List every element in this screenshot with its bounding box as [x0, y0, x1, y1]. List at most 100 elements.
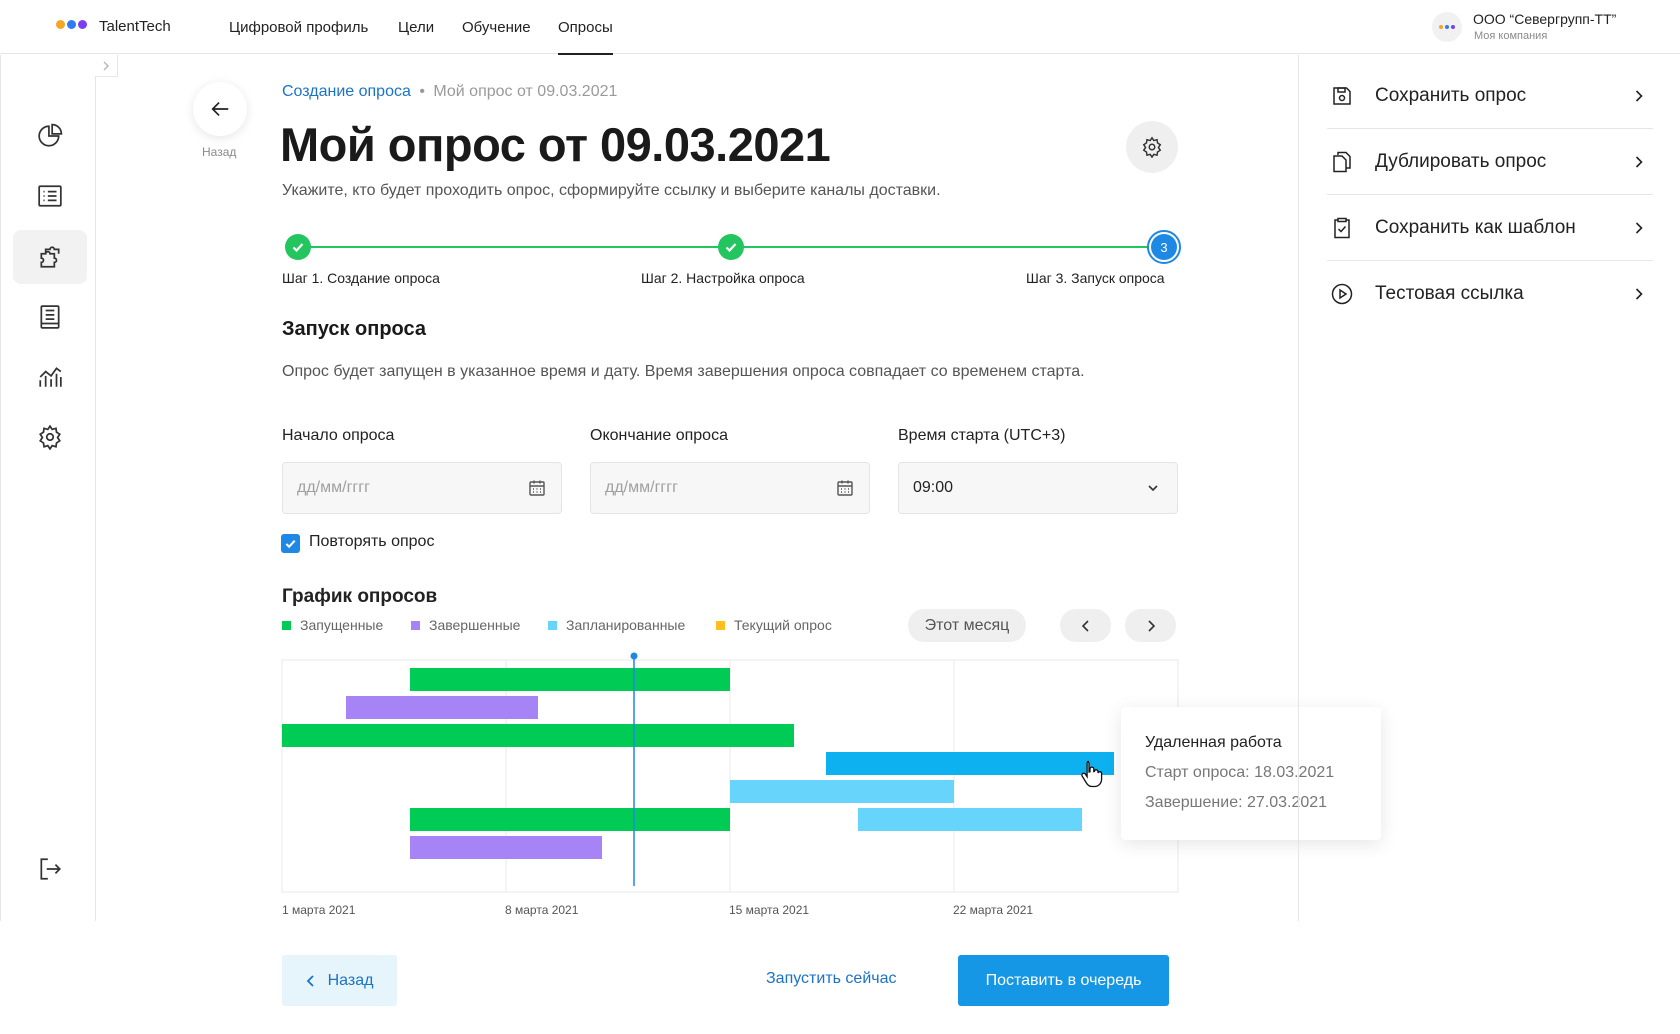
breadcrumb-link[interactable]: Создание опроса	[282, 83, 411, 100]
gantt-bar	[410, 808, 730, 831]
check-icon	[285, 540, 296, 549]
footer-back-button[interactable]: Назад	[282, 955, 397, 1006]
company-dot-3	[1451, 25, 1455, 29]
hand-cursor-icon	[1081, 760, 1103, 788]
launch-section-title: Запуск опроса	[282, 318, 427, 340]
sidebar-collapse-toggle[interactable]	[95, 55, 118, 77]
back-label: Назад	[202, 145, 237, 159]
sidebar-logout[interactable]	[13, 842, 87, 896]
stepper-line-1	[298, 246, 731, 248]
play-circle-icon	[1330, 282, 1354, 306]
app-name: TalentTech	[99, 18, 171, 35]
gantt-bar	[410, 668, 730, 691]
x-tick-label: 22 марта 2021	[953, 903, 1034, 917]
gantt-bar	[282, 724, 794, 747]
repeat-survey-checkbox[interactable]	[281, 534, 300, 553]
chevron-left-icon	[306, 974, 314, 987]
start-date-field[interactable]	[282, 462, 562, 514]
repeat-survey-label[interactable]: Повторять опрос	[309, 533, 434, 551]
logo	[56, 20, 89, 29]
x-tick-label: 1 марта 2021	[282, 903, 356, 917]
legend-swatch	[548, 620, 557, 630]
gear-icon	[1142, 136, 1162, 158]
puzzle-icon	[40, 246, 60, 268]
stepper-line-2	[731, 246, 1149, 248]
chart-next-button[interactable]	[1125, 609, 1176, 642]
legend-launched: Запущенные	[282, 617, 383, 633]
sidebar-list[interactable]	[13, 169, 87, 223]
start-time-value: 09:00	[913, 479, 954, 496]
logo-dot-3	[78, 20, 87, 29]
chevron-right-icon	[1631, 220, 1647, 236]
start-time-select[interactable]: 09:00	[898, 462, 1178, 514]
survey-settings-button[interactable]	[1126, 121, 1178, 173]
gantt-bar	[410, 836, 602, 859]
legend-label: Запущенные	[300, 617, 384, 633]
start-time-label: Время старта (UTC+3)	[898, 427, 1066, 444]
end-date-input[interactable]	[605, 479, 835, 497]
nav-learning[interactable]: Обучение	[462, 19, 531, 36]
launch-now-button[interactable]: Запустить сейчас	[766, 970, 897, 988]
left-sidebar	[0, 55, 96, 921]
legend-swatch	[411, 620, 420, 630]
step-1-indicator[interactable]	[285, 234, 311, 260]
check-icon	[725, 243, 737, 253]
legend-completed: Завершенные	[411, 617, 520, 633]
action-label: Сохранить как шаблон	[1375, 216, 1576, 238]
company-name[interactable]: ООО “Севергрупп-ТТ”	[1473, 11, 1616, 27]
gantt-bar	[730, 780, 954, 803]
chevron-down-icon	[1143, 478, 1163, 498]
sidebar-analytics[interactable]	[13, 350, 87, 404]
action-save-template[interactable]: Сохранить как шаблон	[1327, 195, 1653, 261]
legend-swatch	[716, 620, 725, 630]
today-marker-dot	[630, 652, 638, 660]
step-2-indicator[interactable]	[718, 234, 744, 260]
chevron-right-icon	[103, 61, 109, 70]
company-subtitle: Моя компания	[1474, 30, 1548, 42]
nav-digital-profile[interactable]: Цифровой профиль	[229, 19, 368, 36]
action-test-link[interactable]: Тестовая ссылка	[1327, 261, 1653, 327]
book-icon	[40, 305, 60, 329]
logout-icon	[40, 858, 61, 880]
step-3-number: 3	[1151, 234, 1177, 260]
arrow-left-icon	[211, 101, 229, 117]
check-icon	[292, 243, 304, 253]
logo-dot-2	[67, 20, 76, 29]
company-dot-1	[1439, 25, 1443, 29]
queue-button[interactable]: Поставить в очередь	[958, 955, 1169, 1006]
sidebar-library[interactable]	[13, 290, 87, 344]
action-label: Тестовая ссылка	[1375, 283, 1524, 304]
gantt-bar	[858, 808, 1082, 831]
nav-goals[interactable]: Цели	[398, 19, 434, 36]
step-3-indicator[interactable]: 3	[1147, 230, 1181, 264]
company-avatar[interactable]	[1432, 12, 1462, 42]
sidebar-settings[interactable]	[13, 410, 87, 464]
action-save-survey[interactable]: Сохранить опрос	[1327, 63, 1653, 129]
end-date-label: Окончание опроса	[590, 427, 728, 444]
start-date-input[interactable]	[297, 479, 527, 497]
start-date-label: Начало опроса	[282, 427, 395, 444]
save-icon	[1330, 84, 1354, 108]
legend-swatch	[282, 620, 291, 630]
end-date-field[interactable]	[590, 462, 870, 514]
action-duplicate-survey[interactable]: Дублировать опрос	[1327, 129, 1653, 195]
x-tick-label: 15 марта 2021	[729, 903, 810, 917]
sidebar-surveys[interactable]	[13, 230, 87, 284]
legend-label: Завершенные	[429, 617, 521, 633]
nav-surveys[interactable]: Опросы	[558, 19, 613, 55]
this-month-button[interactable]: Этот месяц	[908, 609, 1026, 642]
legend-planned: Запланированные	[548, 617, 685, 633]
chevron-left-icon	[1081, 619, 1089, 632]
back-round-button[interactable]	[193, 82, 247, 136]
analytics-icon	[39, 367, 62, 387]
logo-dot-1	[56, 20, 65, 29]
footer-back-label: Назад	[327, 971, 374, 989]
calendar-icon[interactable]	[527, 478, 547, 498]
clipboard-check-icon	[1330, 216, 1354, 240]
legend-label: Текущий опрос	[734, 617, 832, 633]
calendar-icon[interactable]	[835, 478, 855, 498]
sidebar-dashboard[interactable]	[13, 109, 87, 163]
chart-prev-button[interactable]	[1060, 609, 1111, 642]
x-tick-label: 8 марта 2021	[505, 903, 579, 917]
launch-description: Опрос будет запущен в указанное время и …	[282, 363, 1085, 380]
